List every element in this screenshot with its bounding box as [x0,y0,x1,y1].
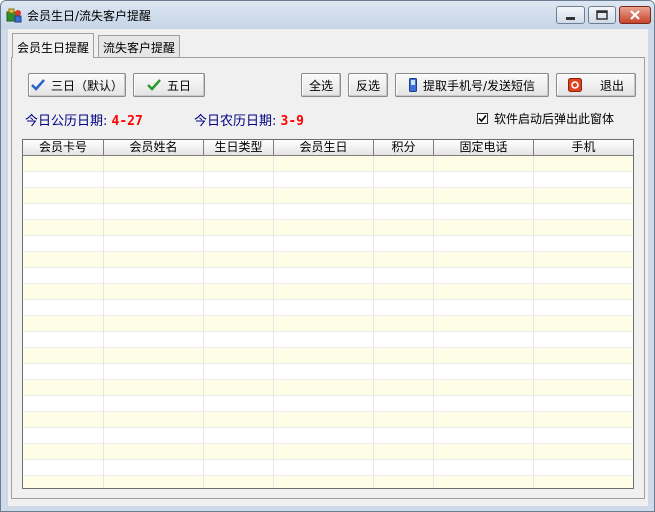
empty-grid-row [23,220,633,236]
empty-grid-row [23,188,633,204]
five-days-button[interactable]: 五日 [133,73,205,97]
empty-grid-row [23,252,633,268]
minimize-icon [566,17,575,20]
window-title: 会员生日/流失客户提醒 [27,9,152,23]
column-header-birthday-type[interactable]: 生日类型 [204,140,274,156]
solar-date-value: 4-27 [111,114,143,129]
extract-phone-label: 提取手机号/发送短信 [422,78,536,93]
empty-grid-row [23,156,633,172]
checkmark-blue-icon [31,79,45,91]
lunar-date: 今日农历日期: 3-9 [194,110,304,129]
checkbox-check-icon [478,114,487,123]
empty-grid-row [23,300,633,316]
empty-grid-row [23,476,633,488]
empty-grid-row [23,348,633,364]
maximize-button[interactable] [588,6,616,24]
app-icon [6,8,22,23]
column-divider [203,156,204,488]
empty-grid-row [23,412,633,428]
popup-on-start-option[interactable]: 软件启动后弹出此窗体 [477,110,614,127]
lunar-date-value: 3-9 [280,114,305,129]
five-days-label: 五日 [166,78,191,93]
column-header-landline[interactable]: 固定电话 [434,140,534,156]
minimize-button[interactable] [556,6,585,24]
column-header-card-no[interactable]: 会员卡号 [23,140,104,156]
maximize-icon [596,10,608,20]
exit-icon [567,78,582,92]
exit-label: 退出 [599,78,624,93]
empty-grid-row [23,380,633,396]
close-button[interactable] [619,6,651,24]
empty-grid-row [23,460,633,476]
empty-grid-row [23,316,633,332]
empty-grid-row [23,332,633,348]
column-header-mobile[interactable]: 手机 [534,140,633,156]
column-divider [103,156,104,488]
member-birthday-grid[interactable]: 会员卡号 会员姓名 生日类型 会员生日 积分 固定电话 手机 [22,139,634,489]
tab-birthday-reminder[interactable]: 会员生日提醒 [12,33,95,58]
column-header-birthday[interactable]: 会员生日 [274,140,374,156]
app-window: 会员生日/流失客户提醒 会员生日提醒 流失客户提醒 三日（默认） 五日 全选 反… [0,0,655,512]
empty-grid-row [23,284,633,300]
empty-grid-row [23,428,633,444]
client-area: 会员生日提醒 流失客户提醒 三日（默认） 五日 全选 反选 提取手机号/发送短信… [8,29,648,506]
column-divider [633,156,634,489]
select-all-button[interactable]: 全选 [301,73,341,97]
empty-grid-row [23,268,633,284]
title-bar[interactable]: 会员生日/流失客户提醒 [1,1,654,29]
grid-header: 会员卡号 会员姓名 生日类型 会员生日 积分 固定电话 手机 [23,140,633,156]
tab-lost-customer-reminder[interactable]: 流失客户提醒 [98,35,181,57]
lunar-date-label: 今日农历日期: [194,114,277,129]
empty-grid-row [23,396,633,412]
empty-grid-row [23,364,633,380]
popup-on-start-label: 软件启动后弹出此窗体 [494,112,615,126]
column-divider [433,156,434,488]
close-icon [630,10,640,20]
grid-body[interactable] [23,156,633,488]
column-divider [373,156,374,488]
exit-button[interactable]: 退出 [556,73,636,97]
checkmark-green-icon [147,79,161,91]
solar-date-label: 今日公历日期: [25,114,108,129]
empty-grid-row [23,236,633,252]
invert-selection-button[interactable]: 反选 [348,73,388,97]
tab-panel-birthday: 三日（默认） 五日 全选 反选 提取手机号/发送短信 退出 今日公历日期: 4-… [11,57,645,499]
column-divider [273,156,274,488]
three-days-button[interactable]: 三日（默认） [28,73,126,97]
column-header-name[interactable]: 会员姓名 [104,140,204,156]
column-divider [533,156,534,488]
three-days-label: 三日（默认） [50,78,123,93]
popup-on-start-checkbox[interactable] [477,113,488,124]
empty-grid-row [23,204,633,220]
mobile-phone-icon [408,78,417,92]
empty-grid-row [23,444,633,460]
solar-date: 今日公历日期: 4-27 [25,110,143,129]
column-header-points[interactable]: 积分 [374,140,434,156]
empty-grid-row [23,172,633,188]
extract-phone-send-sms-button[interactable]: 提取手机号/发送短信 [395,73,549,97]
